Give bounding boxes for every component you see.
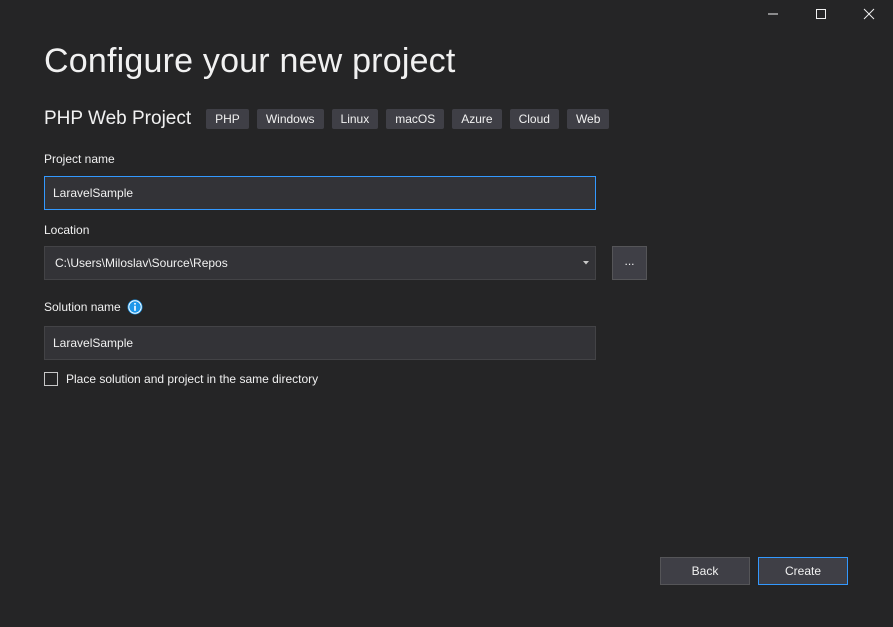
same-directory-checkbox[interactable] — [44, 372, 58, 386]
browse-button[interactable]: ... — [612, 246, 647, 280]
solution-name-input[interactable] — [44, 326, 596, 360]
minimize-button[interactable] — [749, 0, 797, 28]
info-icon[interactable] — [127, 299, 143, 315]
tag-azure: Azure — [452, 109, 502, 129]
maximize-button[interactable] — [797, 0, 845, 28]
tag-cloud: Cloud — [509, 109, 559, 129]
tag-linux: Linux — [331, 109, 379, 129]
tag-php: PHP — [206, 109, 249, 129]
location-combobox[interactable]: C:\Users\Miloslav\Source\Repos — [44, 246, 596, 280]
location-value: C:\Users\Miloslav\Source\Repos — [55, 256, 228, 270]
tag-macos: macOS — [386, 109, 445, 129]
page-title: Configure your new project — [44, 42, 456, 80]
close-icon — [863, 8, 875, 20]
template-info: PHP Web Project PHP Windows Linux macOS … — [44, 108, 617, 130]
create-button[interactable]: Create — [758, 557, 848, 585]
same-directory-label: Place solution and project in the same d… — [66, 372, 319, 386]
tag-windows: Windows — [256, 109, 324, 129]
solution-name-label: Solution name — [44, 300, 121, 314]
location-label: Location — [44, 223, 90, 237]
close-button[interactable] — [845, 0, 893, 28]
window-controls — [749, 0, 893, 28]
template-name: PHP Web Project — [44, 108, 192, 129]
same-directory-option[interactable]: Place solution and project in the same d… — [44, 372, 318, 386]
tag-web: Web — [566, 109, 610, 129]
project-name-label: Project name — [44, 152, 115, 166]
maximize-icon — [816, 9, 826, 19]
chevron-down-icon[interactable] — [579, 261, 593, 265]
minimize-icon — [768, 13, 778, 15]
back-button[interactable]: Back — [660, 557, 750, 585]
project-name-input[interactable] — [44, 176, 596, 210]
